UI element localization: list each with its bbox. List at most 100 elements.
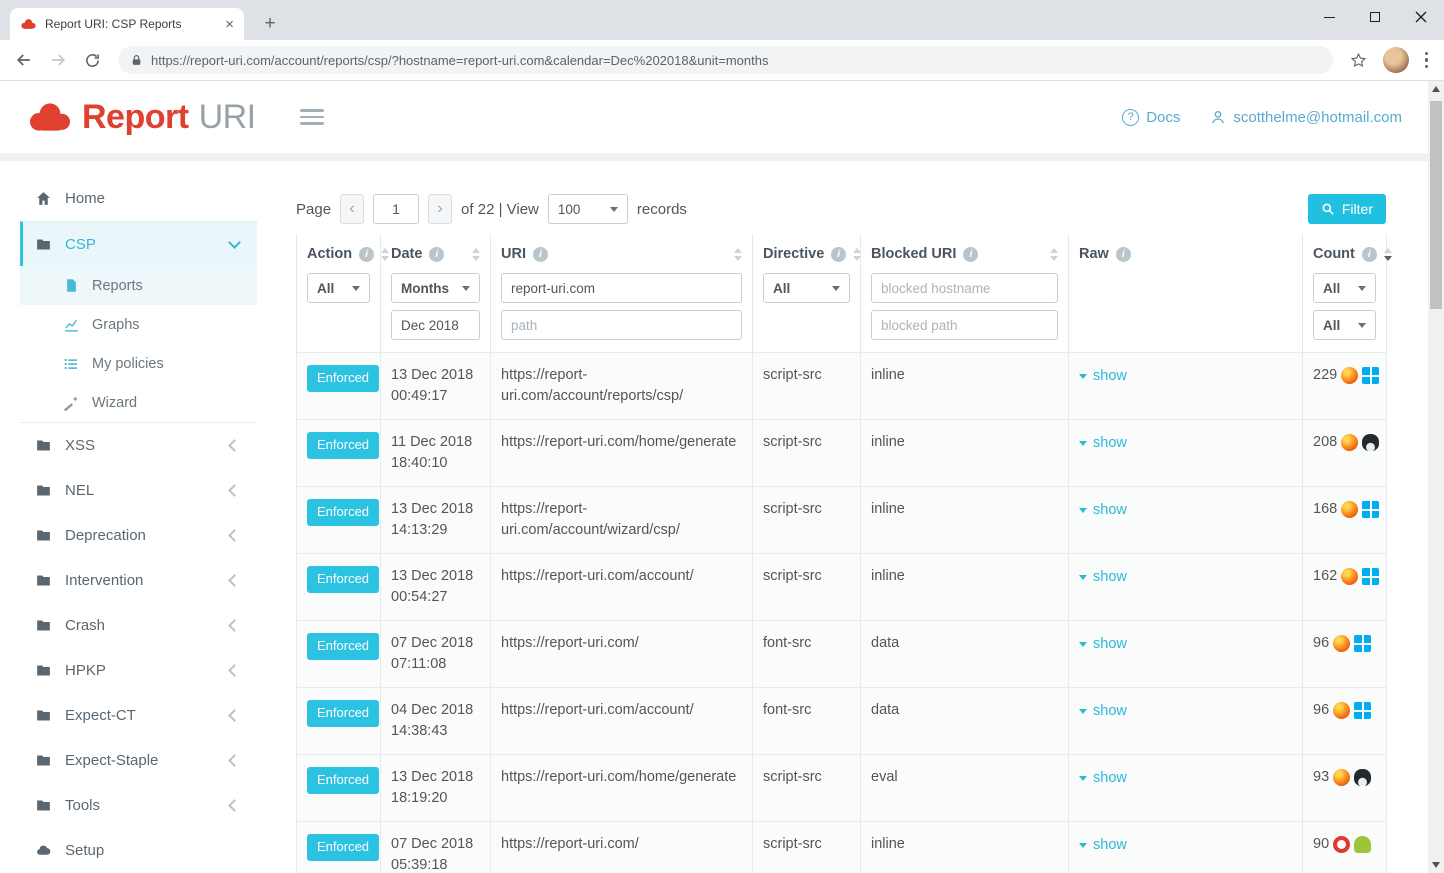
action-filter-select[interactable]: All — [307, 273, 370, 303]
sort-toggle[interactable] — [1050, 248, 1058, 261]
show-raw-link[interactable]: show — [1079, 366, 1127, 387]
minimize-button[interactable] — [1306, 0, 1352, 34]
directive-filter-select[interactable]: All — [763, 273, 850, 303]
scroll-down-button[interactable] — [1428, 857, 1444, 873]
chart-icon — [62, 316, 80, 333]
sidebar-item-my-policies[interactable]: My policies — [20, 344, 257, 383]
show-raw-link[interactable]: show — [1079, 835, 1127, 856]
reload-button[interactable] — [76, 44, 108, 76]
sidebar-item-graphs[interactable]: Graphs — [20, 305, 257, 344]
page-scrollbar[interactable] — [1428, 81, 1444, 873]
action-badge: Enforced — [307, 566, 379, 593]
select-caret-icon — [1358, 323, 1366, 328]
sidebar-item-xss[interactable]: XSS — [20, 423, 257, 468]
blocked-hostname-input[interactable] — [871, 273, 1058, 303]
show-raw-link[interactable]: show — [1079, 634, 1127, 655]
tab-close-icon[interactable]: × — [225, 17, 234, 32]
show-raw-link[interactable]: show — [1079, 701, 1127, 722]
url-text[interactable]: https://report-uri.com/account/reports/c… — [151, 53, 768, 68]
sidebar-item-setup[interactable]: Setup — [20, 828, 257, 873]
show-raw-link[interactable]: show — [1079, 433, 1127, 454]
maximize-button[interactable] — [1352, 0, 1398, 34]
table-row[interactable]: Enforced 07 Dec 201807:11:08 https://rep… — [297, 621, 1387, 688]
sidebar-item-reports[interactable]: Reports — [20, 266, 257, 305]
browser-menu-button[interactable] — [1417, 44, 1437, 77]
sidebar-item-tools[interactable]: Tools — [20, 783, 257, 828]
site-header: ReportURI ? Docs scotthelme@hotmail.com — [0, 81, 1428, 153]
info-icon[interactable]: i — [1362, 247, 1377, 262]
blocked-uri-cell: inline — [861, 554, 1069, 621]
menu-toggle-icon[interactable] — [300, 109, 324, 125]
sort-toggle[interactable] — [1384, 248, 1392, 261]
profile-avatar[interactable] — [1383, 47, 1409, 73]
browser-tab[interactable]: Report URI: CSP Reports × — [10, 8, 244, 40]
show-raw-link[interactable]: show — [1079, 567, 1127, 588]
browser-icon — [1341, 568, 1358, 585]
count-filter-select-1[interactable]: All — [1313, 273, 1376, 303]
caret-down-icon — [1079, 508, 1087, 513]
sidebar-item-expect-staple[interactable]: Expect-Staple — [20, 738, 257, 783]
sidebar-item-wizard[interactable]: Wizard — [20, 383, 257, 422]
table-row[interactable]: Enforced 13 Dec 201800:49:17 https://rep… — [297, 353, 1387, 420]
info-icon[interactable]: i — [1116, 247, 1131, 262]
show-raw-link[interactable]: show — [1079, 768, 1127, 789]
table-row[interactable]: Enforced 13 Dec 201814:13:29 https://rep… — [297, 487, 1387, 554]
table-row[interactable]: Enforced 04 Dec 201814:38:43 https://rep… — [297, 688, 1387, 755]
page-number-input[interactable] — [373, 194, 419, 224]
bookmark-button[interactable] — [1343, 44, 1375, 76]
folder-icon — [34, 662, 52, 679]
table-row[interactable]: Enforced 13 Dec 201800:54:27 https://rep… — [297, 554, 1387, 621]
new-tab-button[interactable]: + — [256, 10, 284, 38]
date-filter-input[interactable] — [391, 310, 480, 340]
sidebar-item-csp[interactable]: CSP — [20, 221, 257, 266]
report-count: 229 — [1313, 365, 1337, 386]
report-date: 13 Dec 201800:54:27 — [381, 554, 491, 621]
sort-toggle[interactable] — [853, 248, 861, 261]
header-divider — [0, 153, 1428, 161]
next-page-button[interactable]: › — [428, 194, 452, 224]
sidebar-item-home[interactable]: Home — [20, 176, 257, 221]
docs-link[interactable]: ? Docs — [1122, 109, 1180, 126]
sort-toggle[interactable] — [472, 248, 480, 261]
close-button[interactable] — [1398, 0, 1444, 34]
info-icon[interactable]: i — [359, 247, 374, 262]
records-per-page-select[interactable]: 100 — [548, 194, 628, 224]
address-bar[interactable]: https://report-uri.com/account/reports/c… — [118, 46, 1333, 74]
table-row[interactable]: Enforced 13 Dec 201818:19:20 https://rep… — [297, 755, 1387, 822]
prev-page-button[interactable]: ‹ — [340, 194, 364, 224]
sidebar-item-intervention[interactable]: Intervention — [20, 558, 257, 603]
report-date: 07 Dec 201805:39:18 — [381, 822, 491, 873]
table-row[interactable]: Enforced 11 Dec 201818:40:10 https://rep… — [297, 420, 1387, 487]
uri-hostname-input[interactable] — [501, 273, 742, 303]
show-raw-link[interactable]: show — [1079, 500, 1127, 521]
blocked-path-input[interactable] — [871, 310, 1058, 340]
count-filter-select-2[interactable]: All — [1313, 310, 1376, 340]
info-icon[interactable]: i — [429, 247, 444, 262]
action-badge: Enforced — [307, 432, 379, 459]
sidebar-item-deprecation[interactable]: Deprecation — [20, 513, 257, 558]
table-row[interactable]: Enforced 07 Dec 201805:39:18 https://rep… — [297, 822, 1387, 873]
sidebar-item-nel[interactable]: NEL — [20, 468, 257, 513]
csp-submenu: Reports Graphs My policies Wizard — [20, 266, 257, 423]
sidebar-item-crash[interactable]: Crash — [20, 603, 257, 648]
folder-icon — [34, 527, 52, 544]
scrollbar-thumb[interactable] — [1430, 101, 1442, 309]
sidebar-item-expect-ct[interactable]: Expect-CT — [20, 693, 257, 738]
scroll-up-button[interactable] — [1428, 81, 1444, 97]
info-icon[interactable]: i — [533, 247, 548, 262]
date-unit-select[interactable]: Months — [391, 273, 480, 303]
sort-toggle[interactable] — [734, 248, 742, 261]
back-button[interactable] — [8, 44, 40, 76]
blocked-uri-cell: inline — [861, 420, 1069, 487]
sidebar-item-hpkp[interactable]: HPKP — [20, 648, 257, 693]
info-icon[interactable]: i — [831, 247, 846, 262]
forward-button[interactable] — [42, 44, 74, 76]
docs-label: Docs — [1146, 109, 1180, 126]
uri-path-input[interactable] — [501, 310, 742, 340]
account-link[interactable]: scotthelme@hotmail.com — [1210, 109, 1402, 126]
info-icon[interactable]: i — [963, 247, 978, 262]
report-count: 93 — [1313, 767, 1329, 788]
report-uri-logo[interactable]: ReportURI — [26, 98, 256, 137]
filter-button[interactable]: Filter — [1308, 194, 1386, 224]
sort-toggle[interactable] — [381, 248, 389, 261]
